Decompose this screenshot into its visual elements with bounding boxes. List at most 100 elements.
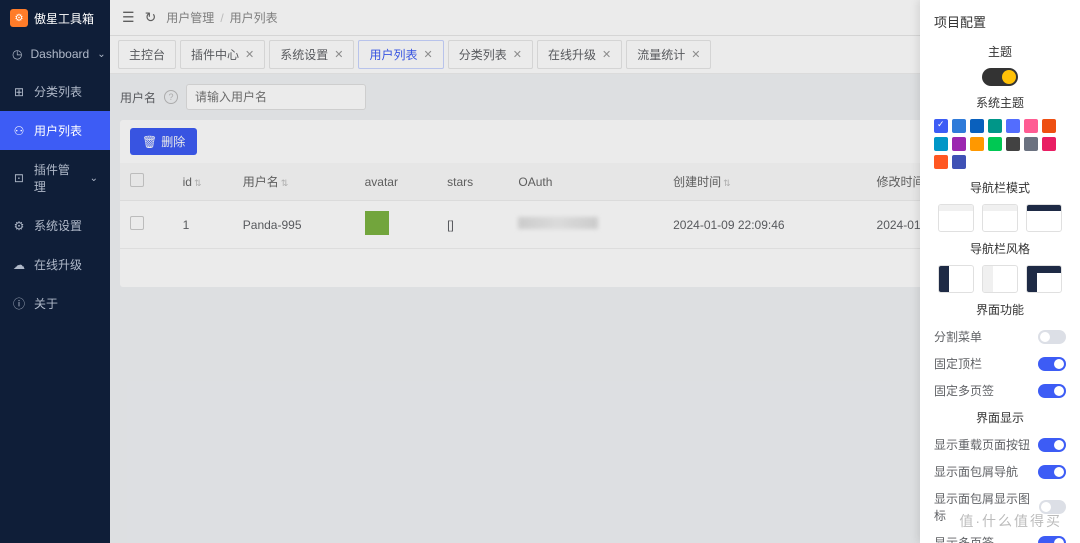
sidebar-item-plugins[interactable]: ⊡ 插件管理 ⌄ [0,150,110,206]
sidebar-item-settings[interactable]: ⚙ 系统设置 [0,206,110,245]
cell-id: 1 [173,201,233,249]
tab-upgrade[interactable]: 在线升级 ✕ [537,40,622,69]
settings-panel: 项目配置 主题 系统主题 导航栏模式 导航栏风格 界面功能 分割菜单 固定 [920,0,1080,543]
category-icon: ⊞ [12,85,26,99]
sidebar-item-label: 分类列表 [34,83,82,100]
theme-color-option[interactable] [934,119,948,133]
sidebar-item-users[interactable]: ⚇ 用户列表 [0,111,110,150]
theme-color-option[interactable] [1024,137,1038,151]
nav-mode-side[interactable] [938,204,974,232]
toggle-fixed-tabs[interactable] [1038,384,1066,398]
menu-collapse-icon[interactable]: ☰ [122,9,135,26]
sidebar-item-about[interactable]: ⓘ 关于 [0,284,110,323]
cell-avatar [355,201,438,249]
toggle-fixed-header[interactable] [1038,357,1066,371]
theme-color-option[interactable] [934,137,948,151]
nav-mode-row [934,204,1066,232]
theme-color-option[interactable] [1042,119,1056,133]
search-input[interactable] [186,84,366,110]
nav-style-light[interactable] [982,265,1018,293]
nav-mode-mix[interactable] [1026,204,1062,232]
close-icon[interactable]: ✕ [334,48,343,61]
reload-icon[interactable]: ↻ [145,9,157,26]
theme-color-option[interactable] [988,137,1002,151]
ui-func-title: 界面功能 [934,301,1066,318]
tab-users[interactable]: 用户列表✕ [358,40,443,69]
theme-color-option[interactable] [1042,137,1056,151]
logo-area: ⚙ 傲星工具箱 [0,0,110,36]
settings-title: 项目配置 [934,12,1066,31]
col-checkbox [120,163,173,201]
sidebar-item-label: 系统设置 [34,217,82,234]
watermark: 值·什么值得买 [959,511,1062,531]
sidebar: ⚙ 傲星工具箱 ◷ Dashboard ⌄ ⊞ 分类列表 ⚇ 用户列表 ⊡ 插件… [0,0,110,543]
tab-category[interactable]: 分类列表 ✕ [448,40,533,69]
col-oauth: OAuth [508,163,663,201]
trash-icon: 🗑 [142,135,157,149]
toggle-reload-row: 显示重载页面按钮 [934,436,1066,453]
theme-color-option[interactable] [1006,137,1020,151]
cell-created: 2024-01-09 22:09:46 [663,201,866,249]
col-username[interactable]: 用户名⇅ [233,163,355,201]
toggle-breadcrumb-row: 显示面包屑导航 [934,463,1066,480]
tab-plugins[interactable]: 插件中心 ✕ [180,40,265,69]
dashboard-icon: ◷ [12,47,22,61]
tab-settings[interactable]: 系统设置 ✕ [269,40,354,69]
col-avatar: avatar [355,163,438,201]
nav-style-title: 导航栏风格 [934,240,1066,257]
toggle-tabs[interactable] [1038,536,1066,543]
tab-label: 系统设置 [280,46,328,63]
col-created[interactable]: 创建时间⇅ [663,163,866,201]
theme-color-option[interactable] [970,137,984,151]
theme-color-option[interactable] [934,155,948,169]
toggle-breadcrumb[interactable] [1038,465,1066,479]
nav-style-dark[interactable] [938,265,974,293]
theme-toggle[interactable] [982,68,1018,86]
tab-label: 分类列表 [459,46,507,63]
tab-label: 插件中心 [191,46,239,63]
tab-traffic[interactable]: 流量统计 ✕ [626,40,711,69]
toggle-label: 显示面包屑导航 [934,463,1018,480]
breadcrumb-item[interactable]: 用户管理 [166,9,214,26]
sidebar-item-category[interactable]: ⊞ 分类列表 [0,72,110,111]
toggle-split-menu-row: 分割菜单 [934,328,1066,345]
tab-label: 主控台 [129,46,165,63]
theme-color-option[interactable] [952,155,966,169]
sidebar-item-dashboard[interactable]: ◷ Dashboard ⌄ [0,36,110,72]
theme-color-option[interactable] [1024,119,1038,133]
theme-color-option[interactable] [952,119,966,133]
toggle-split-menu[interactable] [1038,330,1066,344]
close-icon[interactable]: ✕ [691,48,700,61]
checkbox-all[interactable] [130,173,144,187]
nav-style-dark-top[interactable] [1026,265,1062,293]
theme-color-option[interactable] [1006,119,1020,133]
close-icon[interactable]: ✕ [602,48,611,61]
nav-mode-top[interactable] [982,204,1018,232]
col-id[interactable]: id⇅ [173,163,233,201]
sidebar-item-label: 在线升级 [34,256,82,273]
toggle-fixed-header-row: 固定顶栏 [934,355,1066,372]
delete-button[interactable]: 🗑 删除 [130,128,197,155]
toggle-label: 固定顶栏 [934,355,982,372]
toggle-label: 分割菜单 [934,328,982,345]
theme-color-option[interactable] [988,119,1002,133]
tab-dashboard[interactable]: 主控台 [118,40,176,69]
plugin-icon: ⊡ [12,171,26,185]
app-name: 傲星工具箱 [34,10,94,27]
sidebar-item-upgrade[interactable]: ☁ 在线升级 [0,245,110,284]
help-icon[interactable]: ? [164,90,178,104]
theme-color-option[interactable] [970,119,984,133]
close-icon[interactable]: ✕ [245,48,254,61]
close-icon[interactable]: ✕ [513,48,522,61]
theme-color-option[interactable] [952,137,966,151]
close-icon[interactable]: ✕ [424,48,433,61]
row-checkbox[interactable] [130,216,144,230]
sidebar-item-label: 关于 [34,295,58,312]
tab-label: 流量统计 [637,46,685,63]
tab-label: 在线升级 [548,46,596,63]
sidebar-menu: ◷ Dashboard ⌄ ⊞ 分类列表 ⚇ 用户列表 ⊡ 插件管理 ⌄ ⚙ 系… [0,36,110,543]
ui-display-title: 界面显示 [934,409,1066,426]
toggle-reload[interactable] [1038,438,1066,452]
col-stars: stars [437,163,508,201]
toggle-label: 显示重载页面按钮 [934,436,1030,453]
